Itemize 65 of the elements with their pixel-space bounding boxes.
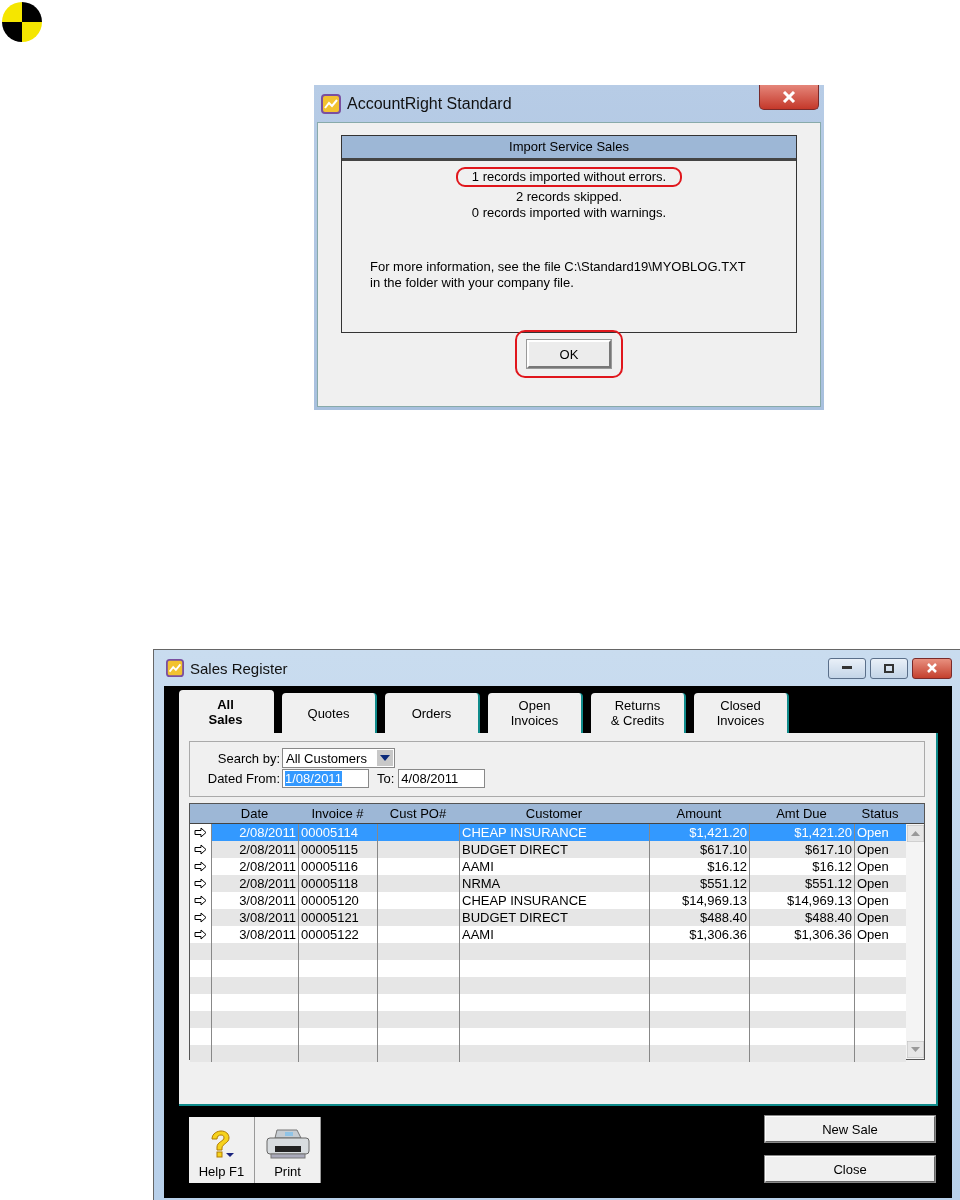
field-label: To: (377, 770, 395, 786)
field-label: Search by: (216, 750, 280, 766)
table-row[interactable]: 3/08/2011 00005122 AAMI $1,306.36 $1,306.36 Open (190, 926, 906, 943)
table-row[interactable]: 3/08/2011 00005121 BUDGET DIRECT $488.40 $488.40 Open (190, 909, 906, 926)
message-text: 2 records skipped. (515, 189, 623, 204)
maximize-button[interactable] (870, 657, 908, 679)
arrow-right-icon[interactable] (194, 844, 207, 855)
table-cell: 2/08/2011 (211, 824, 298, 841)
table-row[interactable]: 3/08/2011 00005120 CHEAP INSURANCE $14,969.13 $14,969.13 Open (190, 892, 906, 909)
arrow-right-icon[interactable] (194, 895, 207, 906)
table-cell: Open (854, 824, 906, 841)
column-header[interactable]: Customer (459, 804, 649, 823)
info-text: For more information, see the file C:\Standard19\MYOBLOG.TXT in the folder with your company file. (370, 259, 747, 291)
tab[interactable]: Returns & Credits (591, 693, 686, 733)
table-row[interactable]: 2/08/2011 00005116 AAMI $16.12 $16.12 Open (190, 858, 906, 875)
close-icon (782, 91, 796, 103)
column-header[interactable]: Amt Due (749, 804, 854, 823)
column-header[interactable]: Status (854, 804, 906, 823)
minimize-button[interactable] (828, 657, 866, 679)
column-header[interactable]: Amount (649, 804, 749, 823)
column-header[interactable]: Date (211, 804, 298, 823)
target-marker-icon (1, 1, 43, 43)
window-title: Sales Register (190, 659, 288, 677)
column-header[interactable]: Invoice # (298, 804, 377, 823)
ok-button[interactable]: OK (527, 340, 611, 368)
scroll-down-icon[interactable] (906, 1041, 924, 1058)
table-row[interactable]: 2/08/2011 00005115 BUDGET DIRECT $617.10 $617.10 Open (190, 841, 906, 858)
table-cell: CHEAP INSURANCE (459, 824, 649, 841)
search-by-dropdown[interactable]: All Customers (282, 748, 395, 768)
arrow-right-icon[interactable] (194, 912, 207, 923)
print-button[interactable]: Print (255, 1117, 321, 1183)
tab[interactable]: Quotes (282, 693, 377, 733)
arrow-right-icon[interactable] (194, 827, 207, 838)
dialog-button[interactable]: Close (765, 1156, 935, 1182)
table-cell: $1,421.20 (749, 824, 854, 841)
tab[interactable]: Open Invoices (488, 693, 583, 733)
close-icon (926, 663, 938, 673)
scrollbar[interactable] (906, 824, 924, 1059)
close-button[interactable] (759, 85, 819, 110)
date-field[interactable]: 4/08/2011 (398, 768, 486, 788)
window-title: AccountRight Standard (347, 94, 512, 113)
maximize-icon (884, 663, 894, 673)
arrow-right-icon[interactable] (194, 861, 207, 872)
dialog-button[interactable]: New Sale (765, 1116, 935, 1142)
scroll-up-icon[interactable] (906, 825, 924, 842)
table-cell: $1,421.20 (649, 824, 749, 841)
close-button[interactable] (912, 657, 952, 679)
column-header[interactable]: Cust PO# (377, 804, 459, 823)
tab[interactable]: Closed Invoices (694, 693, 789, 733)
help-button[interactable]: Help F1 (189, 1117, 255, 1183)
arrow-right-icon[interactable] (194, 878, 207, 889)
question-mark-icon (208, 1130, 235, 1160)
arrow-right-icon[interactable] (194, 929, 207, 940)
printer-icon (264, 1128, 311, 1160)
field-label: Dated From: (206, 770, 280, 786)
message-text: 0 records imported with warnings. (471, 205, 667, 220)
minimize-icon (842, 666, 852, 670)
app-icon (321, 93, 341, 114)
tab[interactable]: All Sales (179, 690, 274, 733)
message-text: 1 records imported without errors. (471, 169, 667, 184)
panel-heading: Import Service Sales (342, 136, 796, 161)
table-cell: 00005114 (298, 824, 377, 841)
table-row[interactable]: 2/08/2011 00005118 NRMA $551.12 $551.12 Open (190, 875, 906, 892)
tab[interactable]: Orders (385, 693, 480, 733)
app-icon (166, 659, 184, 677)
